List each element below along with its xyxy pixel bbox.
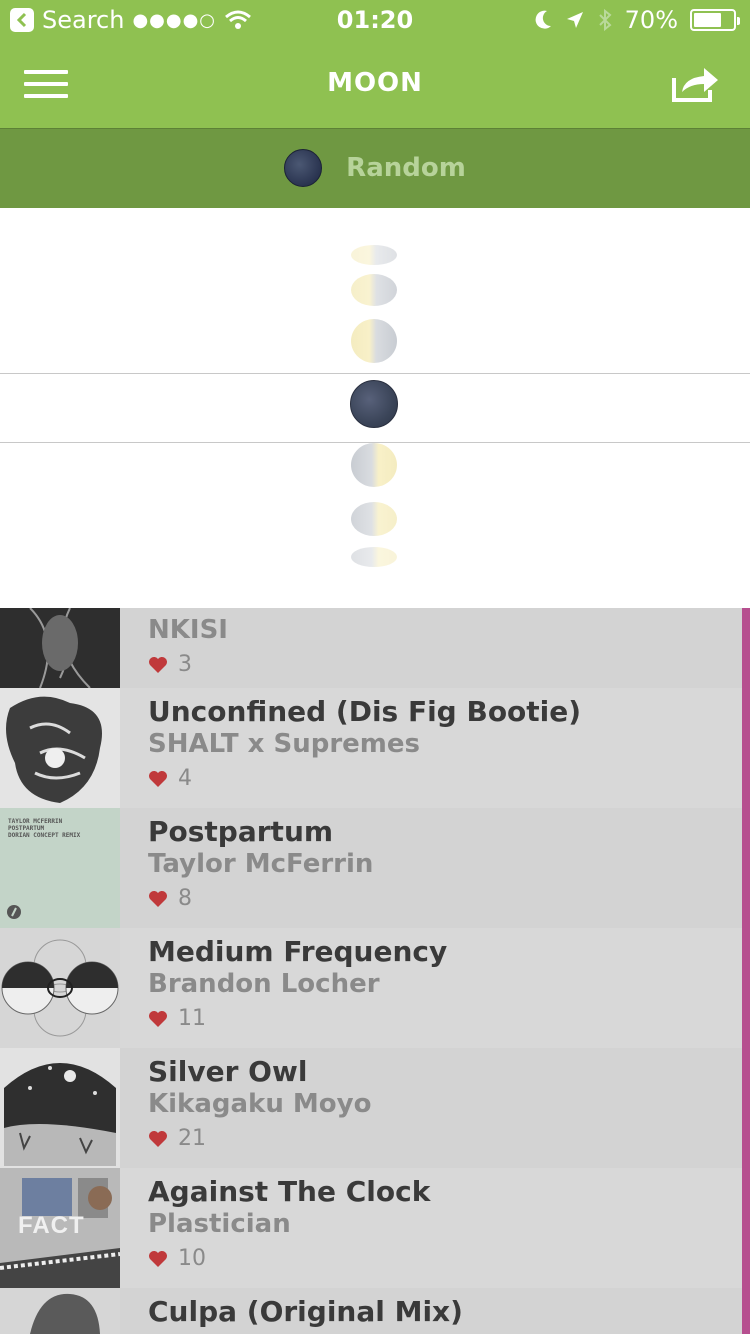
do-not-disturb-moon-icon [535, 10, 551, 29]
likes-count: 4 [178, 766, 192, 791]
heart-icon[interactable] [148, 1250, 168, 1268]
track-artist: SHALT x Supremes [148, 729, 420, 759]
album-art-image [0, 608, 120, 688]
list-item[interactable]: NKISI 3 [0, 608, 742, 688]
track-artist: Brandon Locher [148, 969, 380, 999]
battery-icon [690, 9, 740, 31]
track-title: Medium Frequency [148, 935, 448, 968]
track-artist: NKISI [148, 615, 228, 645]
album-cover-text: FACT [18, 1212, 85, 1239]
list-item[interactable]: Unconfined (Dis Fig Bootie) SHALT x Supr… [0, 688, 742, 808]
track-list[interactable]: NKISI 3 Unconfined (Dis Fig Bootie) SHAL… [0, 608, 742, 1334]
likes-count: 21 [178, 1126, 206, 1151]
waxing-crescent-moon-icon[interactable] [351, 274, 397, 306]
track-likes: 10 [148, 1246, 732, 1271]
album-art-image [0, 1288, 120, 1334]
battery-level [694, 13, 721, 27]
phase-filter-bar[interactable]: Random [0, 128, 750, 208]
label-logo-icon [7, 905, 21, 919]
list-item[interactable]: TAYLOR MCFERRIN POSTPARTUM DORIAN CONCEP… [0, 808, 742, 928]
heart-icon[interactable] [148, 890, 168, 908]
scroll-accent-bar [742, 608, 750, 1334]
track-artist: Taylor McFerrin [148, 849, 374, 879]
location-arrow-icon [566, 12, 583, 28]
track-text: Medium Frequency Brandon Locher 11 [148, 935, 732, 1032]
likes-count: 8 [178, 886, 192, 911]
status-right: 70% [533, 6, 740, 34]
track-text: Silver Owl Kikagaku Moyo 21 [148, 1055, 732, 1152]
track-text: Postpartum Taylor McFerrin 8 [148, 815, 732, 912]
album-cover [0, 1048, 120, 1168]
share-icon[interactable] [670, 64, 720, 104]
waning-crescent-moon-icon[interactable] [351, 547, 397, 567]
heart-icon[interactable] [148, 1130, 168, 1148]
page-title: MOON [327, 68, 423, 98]
likes-count: 10 [178, 1246, 206, 1271]
album-cover [0, 1288, 120, 1334]
album-cover: FACT [0, 1168, 120, 1288]
album-art-image [0, 688, 120, 808]
last-quarter-moon-icon[interactable] [351, 443, 397, 487]
list-item[interactable]: FACT Against The Clock Plastician 10 [0, 1168, 742, 1288]
picker-selection-line-top [0, 373, 750, 374]
waxing-crescent-moon-icon[interactable] [351, 245, 397, 265]
likes-count: 11 [178, 1006, 206, 1031]
navigation-bar: MOON [0, 40, 750, 128]
album-art-image [0, 928, 120, 1048]
list-item[interactable]: Medium Frequency Brandon Locher 11 [0, 928, 742, 1048]
track-likes: 3 [148, 652, 732, 677]
track-title: Culpa (Original Mix) [148, 1295, 463, 1328]
album-art-image [0, 1048, 120, 1168]
track-text: NKISI 3 [148, 614, 732, 677]
album-cover [0, 928, 120, 1048]
track-title: Silver Owl [148, 1055, 308, 1088]
track-likes: 4 [148, 766, 732, 791]
track-likes: 11 [148, 1006, 732, 1031]
track-artist: Plastician [148, 1209, 291, 1239]
heart-icon[interactable] [148, 770, 168, 788]
track-title: Unconfined (Dis Fig Bootie) [148, 695, 582, 728]
track-likes: 21 [148, 1126, 732, 1151]
first-quarter-moon-icon[interactable] [351, 319, 397, 363]
track-text: Against The Clock Plastician 10 [148, 1175, 732, 1272]
track-likes: 8 [148, 886, 732, 911]
likes-count: 3 [178, 652, 192, 677]
list-item[interactable]: Silver Owl Kikagaku Moyo 21 [0, 1048, 742, 1168]
status-bar: Search ●●●●○ 01:20 70% [0, 0, 750, 40]
album-cover [0, 688, 120, 808]
battery-percentage: 70% [624, 6, 678, 34]
track-title: Against The Clock [148, 1175, 431, 1208]
new-moon-icon[interactable] [350, 380, 398, 428]
track-text: Culpa (Original Mix) [148, 1296, 732, 1328]
album-cover: TAYLOR MCFERRIN POSTPARTUM DORIAN CONCEP… [0, 808, 120, 928]
bluetooth-icon [598, 8, 612, 32]
track-artist: Kikagaku Moyo [148, 1089, 372, 1119]
track-text: Unconfined (Dis Fig Bootie) SHALT x Supr… [148, 695, 732, 792]
heart-icon[interactable] [148, 656, 168, 674]
waning-crescent-moon-icon[interactable] [351, 502, 397, 536]
album-cover [0, 608, 120, 688]
phase-filter-label: Random [346, 153, 466, 183]
heart-icon[interactable] [148, 1010, 168, 1028]
phase-filter[interactable]: Random [0, 149, 750, 187]
list-item[interactable]: Culpa (Original Mix) [0, 1288, 742, 1334]
track-title: Postpartum [148, 815, 334, 848]
new-moon-icon [284, 149, 323, 187]
moon-phase-picker[interactable] [0, 208, 750, 608]
